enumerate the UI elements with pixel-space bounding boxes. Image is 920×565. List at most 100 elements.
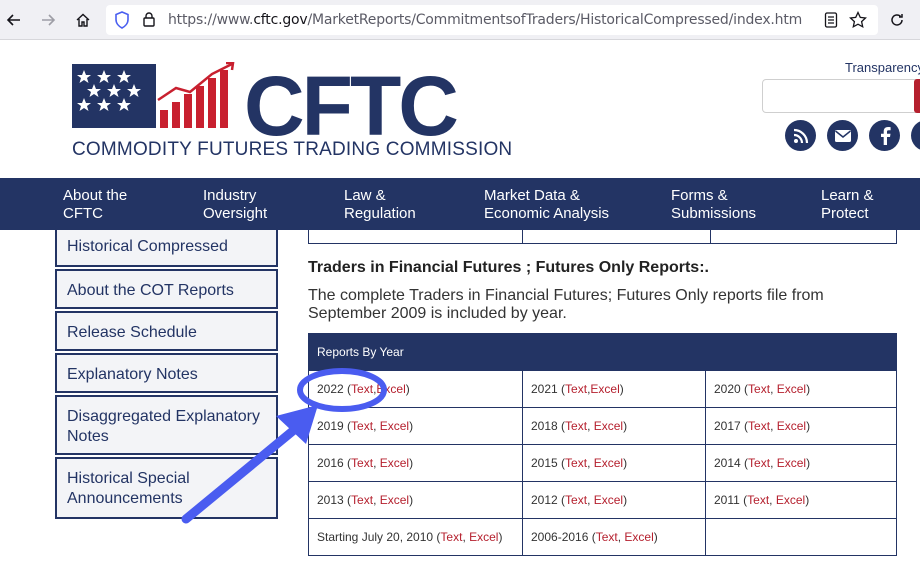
rss-icon[interactable] [785, 120, 816, 151]
excel-file-link[interactable]: Excel [594, 493, 623, 507]
excel-file-link[interactable]: Excel [380, 493, 409, 507]
back-arrow-icon[interactable] [2, 8, 26, 32]
excel-file-link[interactable]: Excel [590, 382, 619, 396]
report-cell: 2017 (Text, Excel) [714, 419, 811, 433]
sidebar-item-historical-compressed[interactable]: Historical Compressed [55, 230, 278, 267]
nav-about-cftc[interactable]: About the CFTC [63, 187, 127, 223]
sidebar: Historical Compressed About the COT Repo… [55, 230, 278, 521]
excel-file-link[interactable]: Excel [469, 530, 498, 544]
text-file-link[interactable]: Text [351, 419, 373, 433]
report-year-label: 2021 [531, 382, 558, 396]
text-file-link[interactable]: Text [351, 382, 373, 396]
reports-by-year-table: Reports By Year 2022 (Text,Excel) 2021 (T… [308, 333, 897, 556]
sidebar-item-about-cot[interactable]: About the COT Reports [55, 269, 278, 309]
table-row: 2022 (Text,Excel) 2021 (Text,Excel) 2020 (… [308, 371, 897, 408]
sidebar-item-disaggregated-notes[interactable]: Disaggregated Explanatory Notes [55, 395, 278, 455]
report-year-label: 2006-2016 [531, 530, 589, 544]
site-header: CFTC COMMODITY FUTURES TRADING COMMISSIO… [0, 40, 920, 178]
social-icon[interactable] [911, 120, 920, 151]
search-button[interactable] [914, 79, 920, 113]
text-file-link[interactable]: Text [565, 493, 587, 507]
text-file-link[interactable]: Text [596, 530, 618, 544]
report-cell: 2022 (Text,Excel) [309, 371, 523, 407]
text-file-link[interactable]: Text [747, 493, 769, 507]
shield-icon[interactable] [114, 11, 130, 34]
report-year-label: 2013 [317, 493, 344, 507]
transparency-link[interactable]: Transparency [845, 60, 920, 75]
text-file-link[interactable]: Text [748, 419, 770, 433]
lock-icon[interactable] [142, 11, 156, 32]
excel-file-link[interactable]: Excel [777, 419, 806, 433]
nav-market-data[interactable]: Market Data & Economic Analysis [484, 187, 609, 223]
previous-table-bottom [308, 230, 897, 244]
report-cell: 2019 (Text, Excel) [309, 408, 523, 444]
excel-file-link[interactable]: Excel [376, 382, 405, 396]
report-cell: 2013 (Text, Excel) [309, 482, 523, 518]
nav-law-regulation[interactable]: Law & Regulation [344, 187, 416, 223]
excel-file-link[interactable]: Excel [380, 456, 409, 470]
flag-chart-icon [72, 62, 235, 128]
url-text: https://www.cftc.gov/MarketReports/Commi… [168, 12, 802, 28]
text-file-link[interactable]: Text [440, 530, 462, 544]
excel-file-link[interactable]: Excel [624, 530, 653, 544]
report-year-label: 2011 [714, 493, 740, 507]
excel-file-link[interactable]: Excel [777, 382, 806, 396]
report-year-label: 2018 [531, 419, 558, 433]
sidebar-item-special-announcements[interactable]: Historical Special Announcements [55, 457, 278, 519]
text-file-link[interactable]: Text [748, 456, 770, 470]
report-year-label: 2020 [714, 382, 741, 396]
address-bar[interactable]: https://www.cftc.gov/MarketReports/Commi… [106, 5, 878, 35]
table-row: Starting July 20, 2010 (Text, Excel) 2006… [308, 519, 897, 556]
excel-file-link[interactable]: Excel [594, 456, 623, 470]
url-prefix: https://www. [168, 12, 254, 28]
reload-icon[interactable] [885, 8, 909, 32]
logo-subtitle: COMMODITY FUTURES TRADING COMMISSION [72, 139, 513, 160]
text-file-link[interactable]: Text [565, 419, 587, 433]
report-year-label: 2016 [317, 456, 344, 470]
nav-learn-protect[interactable]: Learn & Protect [821, 187, 874, 223]
report-year-label: 2014 [714, 456, 741, 470]
text-file-link[interactable]: Text [748, 382, 770, 396]
report-year-label: 2012 [531, 493, 558, 507]
report-cell: 2006-2016 (Text, Excel) [523, 519, 706, 555]
bookmark-star-icon[interactable] [849, 10, 867, 34]
sidebar-item-release-schedule[interactable]: Release Schedule [55, 311, 278, 351]
text-file-link[interactable]: Text [351, 493, 373, 507]
report-cell: 2018 (Text, Excel) [523, 408, 706, 444]
email-icon[interactable] [827, 120, 858, 151]
text-file-link[interactable]: Text [565, 382, 587, 396]
excel-file-link[interactable]: Excel [777, 456, 806, 470]
reader-view-icon[interactable] [824, 12, 838, 33]
table-row: 2013 (Text, Excel) 2012 (Text, Excel) 2011… [308, 482, 897, 519]
report-cell: 2020 (Text, Excel) [714, 382, 811, 396]
search-input[interactable] [762, 79, 920, 113]
text-file-link[interactable]: Text [351, 456, 373, 470]
cftc-logo[interactable]: CFTC COMMODITY FUTURES TRADING COMMISSIO… [72, 59, 512, 162]
report-year-label: 2015 [531, 456, 558, 470]
report-year-label: Starting July 20, 2010 [317, 530, 434, 544]
report-cell: 2016 (Text, Excel) [309, 445, 523, 481]
sidebar-item-explanatory-notes[interactable]: Explanatory Notes [55, 353, 278, 393]
nav-forms-submissions[interactable]: Forms & Submissions [671, 187, 756, 223]
home-icon[interactable] [71, 8, 95, 32]
excel-file-link[interactable]: Excel [594, 419, 623, 433]
report-year-label: 2019 [317, 419, 344, 433]
table-row: 2016 (Text, Excel) 2015 (Text, Excel) 2014… [308, 445, 897, 482]
text-file-link[interactable]: Text [565, 456, 587, 470]
nav-industry-oversight[interactable]: Industry Oversight [203, 187, 267, 223]
report-year-label: 2017 [714, 419, 741, 433]
section-description: The complete Traders in Financial Future… [308, 287, 824, 322]
report-cell: 2012 (Text, Excel) [523, 482, 706, 518]
excel-file-link[interactable]: Excel [776, 493, 805, 507]
url-host: cftc.gov [253, 12, 308, 28]
report-cell: 2015 (Text, Excel) [523, 445, 706, 481]
facebook-icon[interactable] [869, 120, 900, 151]
report-cell: 2011 (Text, Excel) [714, 493, 810, 507]
excel-file-link[interactable]: Excel [380, 419, 409, 433]
logo-wordmark: CFTC [244, 59, 459, 153]
browser-toolbar: https://www.cftc.gov/MarketReports/Commi… [0, 0, 920, 40]
report-cell: 2021 (Text,Excel) [523, 371, 706, 407]
report-cell: Starting July 20, 2010 (Text, Excel) [309, 519, 523, 555]
url-path: /MarketReports/CommitmentsofTraders/Hist… [307, 12, 803, 28]
forward-arrow-icon[interactable] [36, 8, 60, 32]
